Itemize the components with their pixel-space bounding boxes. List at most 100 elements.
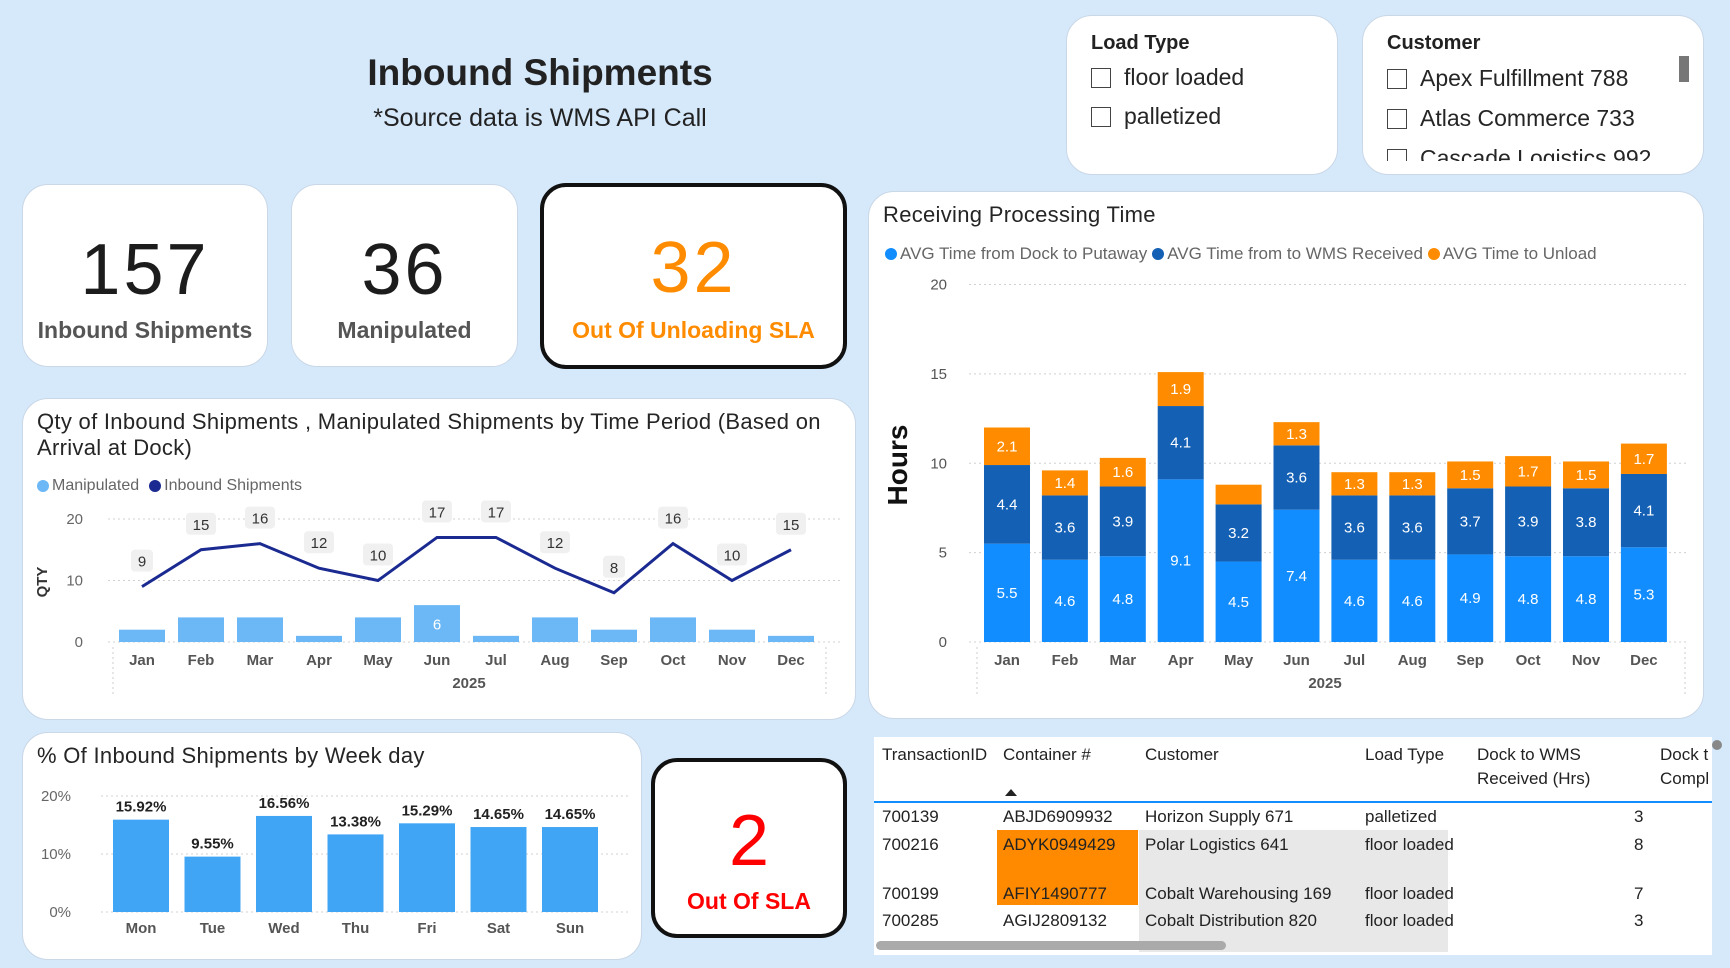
kpi-label: Manipulated [337, 317, 472, 343]
x-tick-label: Jan [994, 652, 1020, 669]
slicer-option-customer[interactable]: Cascade Logistics 992 [1387, 145, 1651, 161]
bar-data-label: 15.92% [116, 799, 167, 816]
bar-manipulated [709, 629, 755, 642]
bar-data-label: 3.9 [1112, 513, 1133, 530]
line-data-label: 15 [783, 517, 800, 534]
bar-data-label: 1.3 [1286, 426, 1307, 443]
x-tick-label: Feb [1052, 652, 1079, 669]
bar-weekday [113, 819, 169, 912]
x-axis-year-label: 2025 [1308, 675, 1341, 692]
y-tick-label: 0 [939, 634, 947, 651]
customer-slicer-scrollbar[interactable] [1679, 56, 1689, 82]
bar-manipulated [355, 617, 401, 642]
bar-data-label: 1.4 [1054, 475, 1075, 492]
kpi-out-of-sla: 2 Out Of SLA [651, 758, 847, 938]
cell-transaction-id: 700216 [882, 835, 939, 854]
y-tick-label: 0% [49, 904, 71, 921]
slicer-option-palletized[interactable]: palletized [1091, 103, 1221, 130]
bar-data-label: 16.56% [259, 795, 310, 812]
bar-data-label: 4.6 [1344, 593, 1365, 610]
bar-data-label: 2.1 [997, 438, 1018, 455]
table-header-divider [874, 801, 1712, 803]
bar-data-label: 4.1 [1170, 435, 1191, 452]
load-type-slicer: Load Type floor loaded palletized [1066, 15, 1338, 175]
cell-load-type: floor loaded [1365, 835, 1454, 854]
cell-load-type: floor loaded [1365, 911, 1454, 930]
x-axis-year-label: 2025 [452, 675, 485, 692]
sort-ascending-icon[interactable] [1005, 789, 1017, 796]
cell-load-type: palletized [1365, 807, 1437, 826]
cell-customer: Polar Logistics 641 [1145, 835, 1289, 854]
y-tick-label: 10 [66, 573, 83, 590]
column-header-load-type[interactable]: Load Type [1365, 743, 1444, 767]
kpi-label: Inbound Shipments [37, 317, 253, 343]
bar-data-label: 3.9 [1518, 513, 1539, 530]
column-header-dock-to-wms[interactable]: Dock to WMS Received (Hrs) [1477, 743, 1607, 791]
line-data-label: 15 [193, 517, 210, 534]
bar-data-label: 13.38% [330, 813, 381, 830]
cell-container: ABJD6909932 [1003, 807, 1113, 826]
x-tick-label: Mar [1109, 652, 1136, 669]
x-tick-label: Dec [777, 652, 805, 669]
x-tick-label: Sep [600, 652, 628, 669]
bar-weekday [256, 815, 312, 912]
kpi-value: 36 [361, 230, 448, 310]
x-tick-label: Feb [188, 652, 215, 669]
y-tick-label: 20 [930, 277, 947, 294]
checkbox-icon[interactable] [1387, 148, 1407, 161]
x-tick-label: Nov [718, 652, 747, 669]
cell-dock-to-wms: 8 [1634, 835, 1644, 854]
bar-data-label: 3.6 [1402, 520, 1423, 537]
column-header-container[interactable]: Container # [1003, 743, 1091, 767]
bar-data-label: 7.4 [1286, 568, 1307, 585]
cell-container: ADYK0949429 [1003, 835, 1116, 854]
bar-unload [1215, 484, 1262, 505]
slicer-option-label: Atlas Commerce 733 [1420, 105, 1635, 131]
line-data-label: 10 [724, 548, 741, 565]
bar-data-label: 3.6 [1286, 470, 1307, 487]
bar-data-label: 9.55% [191, 836, 234, 853]
y-tick-label: 10 [930, 455, 947, 472]
checkbox-icon[interactable] [1387, 108, 1407, 129]
bar-data-label: 3.6 [1054, 520, 1075, 537]
customer-slicer-list: Apex Fulfillment 788 Atlas Commerce 733 … [1363, 61, 1683, 161]
bar-manipulated [296, 635, 342, 642]
x-tick-label: Jun [424, 652, 451, 669]
bar-data-label: 3.2 [1228, 525, 1249, 542]
bar-data-label: 1.5 [1460, 467, 1481, 484]
slicer-option-floor-loaded[interactable]: floor loaded [1091, 64, 1244, 91]
column-header-customer[interactable]: Customer [1145, 743, 1219, 767]
horizontal-scrollbar[interactable] [876, 941, 1226, 950]
bar-weekday [399, 823, 455, 912]
bar-data-label: 1.9 [1170, 381, 1191, 398]
kpi-out-of-unloading-sla: 32 Out Of Unloading SLA [540, 183, 847, 369]
bar-data-label: 4.1 [1633, 503, 1654, 520]
checkbox-icon[interactable] [1091, 67, 1111, 88]
checkbox-icon[interactable] [1387, 68, 1407, 89]
slicer-option-customer[interactable]: Apex Fulfillment 788 [1387, 65, 1628, 92]
x-tick-label: Mar [247, 652, 274, 669]
line-data-label: 17 [488, 504, 505, 521]
slicer-option-customer[interactable]: Atlas Commerce 733 [1387, 105, 1635, 132]
bar-weekday [327, 834, 384, 912]
line-data-label: 8 [610, 560, 618, 577]
x-tick-label: Sat [487, 920, 510, 937]
slicer-option-label: Apex Fulfillment 788 [1420, 65, 1629, 91]
x-tick-label: Sep [1456, 652, 1484, 669]
bar-data-label: 3.7 [1460, 513, 1481, 530]
x-tick-label: Wed [268, 920, 299, 937]
line-data-label: 16 [665, 511, 682, 528]
kpi-label: Out Of Unloading SLA [572, 317, 815, 343]
bar-weekday [470, 827, 527, 912]
line-data-label: 10 [370, 548, 387, 565]
bar-data-label: 1.3 [1402, 476, 1423, 493]
weekday-chart-card: % Of Inbound Shipments by Week day 0% 10%… [22, 732, 642, 960]
bar-manipulated [473, 635, 519, 642]
bar-data-label: 9.1 [1170, 553, 1191, 570]
cell-transaction-id: 700199 [882, 884, 939, 903]
column-header-transaction-id[interactable]: TransactionID [882, 743, 987, 767]
column-header-dock-to-complete[interactable]: Dock t Compl [1660, 743, 1712, 791]
vertical-scrollbar[interactable] [1712, 740, 1722, 750]
checkbox-icon[interactable] [1091, 106, 1111, 127]
y-tick-label: 10% [41, 846, 71, 863]
